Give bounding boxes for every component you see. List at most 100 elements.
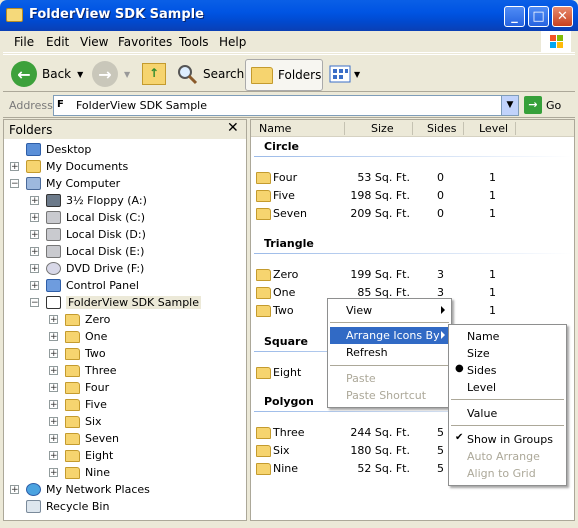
chevron-down-icon[interactable]: ▼ (501, 96, 518, 115)
align-to-grid[interactable]: Align to Grid (451, 465, 564, 482)
show-in-groups[interactable]: ✔ Show in Groups (451, 431, 564, 448)
list-item[interactable]: Five 198 Sq. Ft. 0 1 (255, 187, 573, 204)
menu-item-refresh[interactable]: Refresh (330, 344, 449, 361)
tree-item[interactable]: +3½ Floppy (A:) (30, 192, 147, 209)
tree-item[interactable]: + My Documents (10, 158, 128, 175)
tree-item[interactable]: + My Network Places (10, 481, 150, 498)
tree-item[interactable]: + Local Disk (C:) (30, 209, 145, 226)
checkmark-icon: ✔ (455, 432, 464, 443)
dropdown-arrow-icon[interactable]: ▼ (354, 70, 360, 79)
menu-item-paste-shortcut[interactable]: Paste Shortcut (330, 387, 449, 404)
tree-item-label: Eight (85, 449, 114, 462)
expand-icon[interactable]: + (30, 247, 39, 257)
dropdown-arrow-icon[interactable]: ▼ (77, 70, 83, 79)
menu-edit[interactable]: Edit (46, 35, 69, 49)
expand-icon[interactable]: + (49, 468, 58, 478)
arrange-by-size[interactable]: Size (451, 345, 564, 362)
address-input[interactable]: F FolderView SDK Sample ▼ (53, 95, 519, 116)
disk-icon (46, 245, 61, 258)
expand-icon[interactable]: + (49, 451, 58, 461)
expand-icon[interactable]: + (30, 230, 39, 240)
tree-item[interactable]: + Four (49, 379, 109, 396)
list-item[interactable]: Seven 209 Sq. Ft. 0 1 (255, 205, 573, 222)
tree-item[interactable]: + Local Disk (D:) (30, 226, 146, 243)
expand-icon[interactable]: + (49, 349, 58, 359)
expand-icon[interactable]: + (49, 400, 58, 410)
close-button[interactable]: ✕ (552, 6, 573, 27)
arrange-by-sides[interactable]: ● Sides (451, 362, 564, 379)
maximize-button[interactable]: □ (528, 6, 549, 27)
expand-icon[interactable]: + (30, 196, 39, 206)
cell-size: 52 Sq. Ft. (357, 462, 410, 475)
tree-item[interactable]: + Seven (49, 430, 119, 447)
up-folder-button[interactable]: ↑ (142, 59, 166, 89)
arrange-by-name[interactable]: Name (451, 328, 564, 345)
search-label: Search (203, 67, 245, 81)
expand-icon[interactable]: + (10, 485, 19, 495)
forward-button[interactable]: → ▼ (92, 59, 130, 89)
window-title: FolderView SDK Sample (29, 7, 204, 22)
expand-icon[interactable]: + (30, 213, 39, 223)
tree-item[interactable]: + Zero (49, 311, 110, 328)
expand-icon[interactable]: + (49, 417, 58, 427)
tree-item[interactable]: Recycle Bin (10, 498, 109, 515)
auto-arrange[interactable]: Auto Arrange (451, 448, 564, 465)
cell-level: 1 (489, 171, 496, 184)
disk-icon (46, 211, 61, 224)
tree-item[interactable]: + One (49, 328, 107, 345)
tree-item[interactable]: − FolderView SDK Sample (30, 294, 202, 311)
menu-favorites[interactable]: Favorites (118, 35, 172, 49)
folder-icon (65, 398, 80, 411)
tree-item[interactable]: + Eight (49, 447, 113, 464)
expand-icon[interactable]: + (49, 332, 58, 342)
expand-icon[interactable]: + (10, 162, 19, 172)
tree-item[interactable]: + DVD Drive (F:) (30, 260, 144, 277)
collapse-icon[interactable]: − (10, 179, 19, 189)
column-header-level[interactable]: Level (479, 122, 508, 135)
go-button[interactable]: → Go (524, 96, 561, 114)
tree-item[interactable]: + Control Panel (30, 277, 139, 294)
tree-item[interactable]: + Five (49, 396, 107, 413)
collapse-icon[interactable]: − (30, 298, 39, 308)
tree-item[interactable]: − My Computer (10, 175, 120, 192)
minimize-button[interactable]: _ (504, 6, 525, 27)
menu-help[interactable]: Help (219, 35, 246, 49)
expand-icon[interactable]: + (49, 315, 58, 325)
views-button[interactable]: ▼ (329, 59, 360, 89)
search-button[interactable]: Search (176, 59, 244, 89)
dropdown-arrow-icon[interactable]: ▼ (124, 70, 130, 79)
back-button[interactable]: ← Back ▼ (11, 59, 83, 89)
expand-icon[interactable]: + (30, 281, 39, 291)
cell-sides: 5 (437, 462, 444, 475)
tree-item[interactable]: + Three (49, 362, 117, 379)
column-header-sides[interactable]: Sides (427, 122, 457, 135)
tree-item[interactable]: + Six (49, 413, 102, 430)
expand-icon[interactable]: + (49, 366, 58, 376)
cell-level: 1 (489, 304, 496, 317)
tree-item[interactable]: Desktop (10, 141, 91, 158)
floppy-icon (46, 194, 61, 207)
list-item[interactable]: Zero 199 Sq. Ft. 3 1 (255, 266, 573, 283)
expand-icon[interactable]: + (49, 383, 58, 393)
tree-item[interactable]: + Local Disk (E:) (30, 243, 144, 260)
arrange-by-value[interactable]: Value (451, 405, 564, 422)
menu-item-arrange-icons-by[interactable]: Arrange Icons By (330, 327, 449, 344)
column-header-name[interactable]: Name (259, 122, 291, 135)
menu-item-paste[interactable]: Paste (330, 370, 449, 387)
cell-level: 1 (489, 286, 496, 299)
expand-icon[interactable]: + (49, 434, 58, 444)
menu-view[interactable]: View (80, 35, 108, 49)
arrange-by-level[interactable]: Level (451, 379, 564, 396)
tree-item[interactable]: + Nine (49, 464, 110, 481)
menu-file[interactable]: File (14, 35, 34, 49)
menu-item-view[interactable]: View (330, 302, 449, 319)
folders-button[interactable]: Folders (245, 59, 323, 91)
expand-icon[interactable]: + (30, 264, 39, 274)
documents-icon (26, 160, 41, 173)
list-item[interactable]: Four 53 Sq. Ft. 0 1 (255, 169, 573, 186)
title-bar[interactable]: FolderView SDK Sample _ □ ✕ (0, 0, 578, 31)
column-header-size[interactable]: Size (371, 122, 394, 135)
tree-item[interactable]: + Two (49, 345, 106, 362)
close-icon[interactable]: ✕ (227, 120, 239, 136)
menu-tools[interactable]: Tools (179, 35, 209, 49)
